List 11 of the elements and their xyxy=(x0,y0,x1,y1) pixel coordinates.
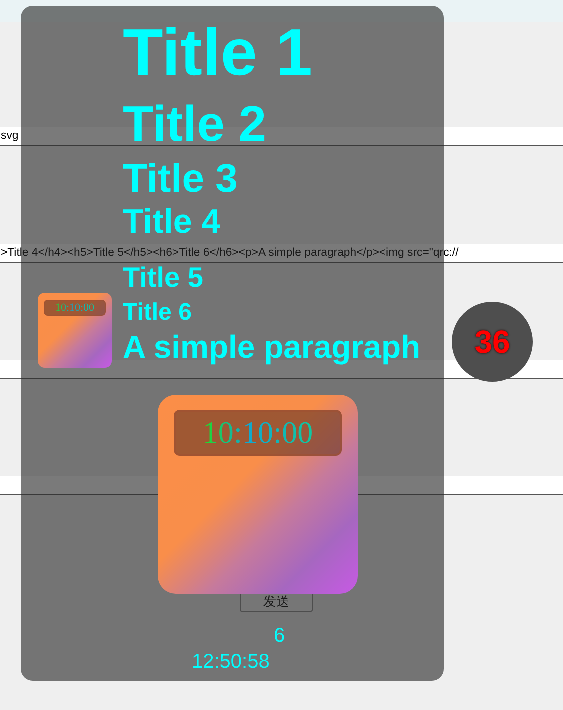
heading: Title 3 xyxy=(123,159,238,199)
heading: Title 4 xyxy=(123,202,221,243)
clock-display: 10:10:00 xyxy=(174,410,342,456)
time-text: 12:50:58 xyxy=(192,650,270,674)
count-text: 6 xyxy=(274,624,286,648)
clock-display: 10:10:00 xyxy=(44,300,106,316)
send-button[interactable]: 发送 xyxy=(240,592,313,612)
heading: Title 6 xyxy=(123,298,192,328)
count-badge: 36 xyxy=(452,302,533,382)
heading: Title 1 xyxy=(123,15,313,89)
heading: Title 5 xyxy=(123,263,204,293)
